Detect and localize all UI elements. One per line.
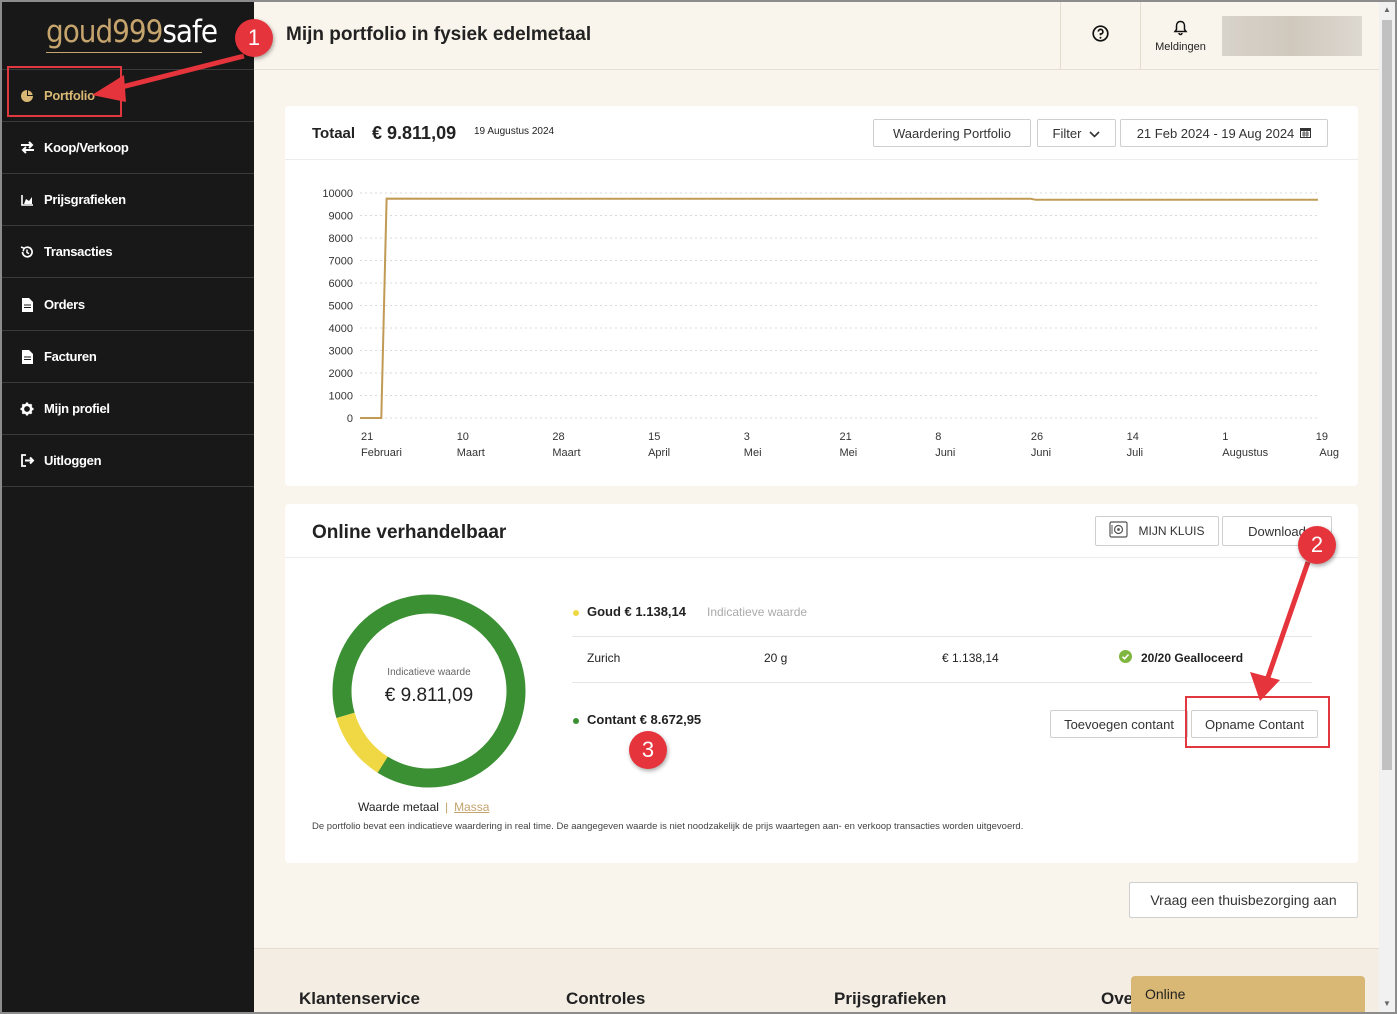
annotation-arrowhead-1 xyxy=(92,75,126,102)
annotation-arrows xyxy=(92,53,1311,701)
annotation-badge-2: 2 xyxy=(1298,526,1336,564)
annotation-badge-1: 1 xyxy=(235,19,273,57)
annotation-arrow-2 xyxy=(1263,561,1311,684)
annotation-arrowhead-2 xyxy=(1250,672,1280,701)
annotation-arrow-1 xyxy=(109,53,245,93)
annotation-badge-3: 3 xyxy=(629,731,667,769)
